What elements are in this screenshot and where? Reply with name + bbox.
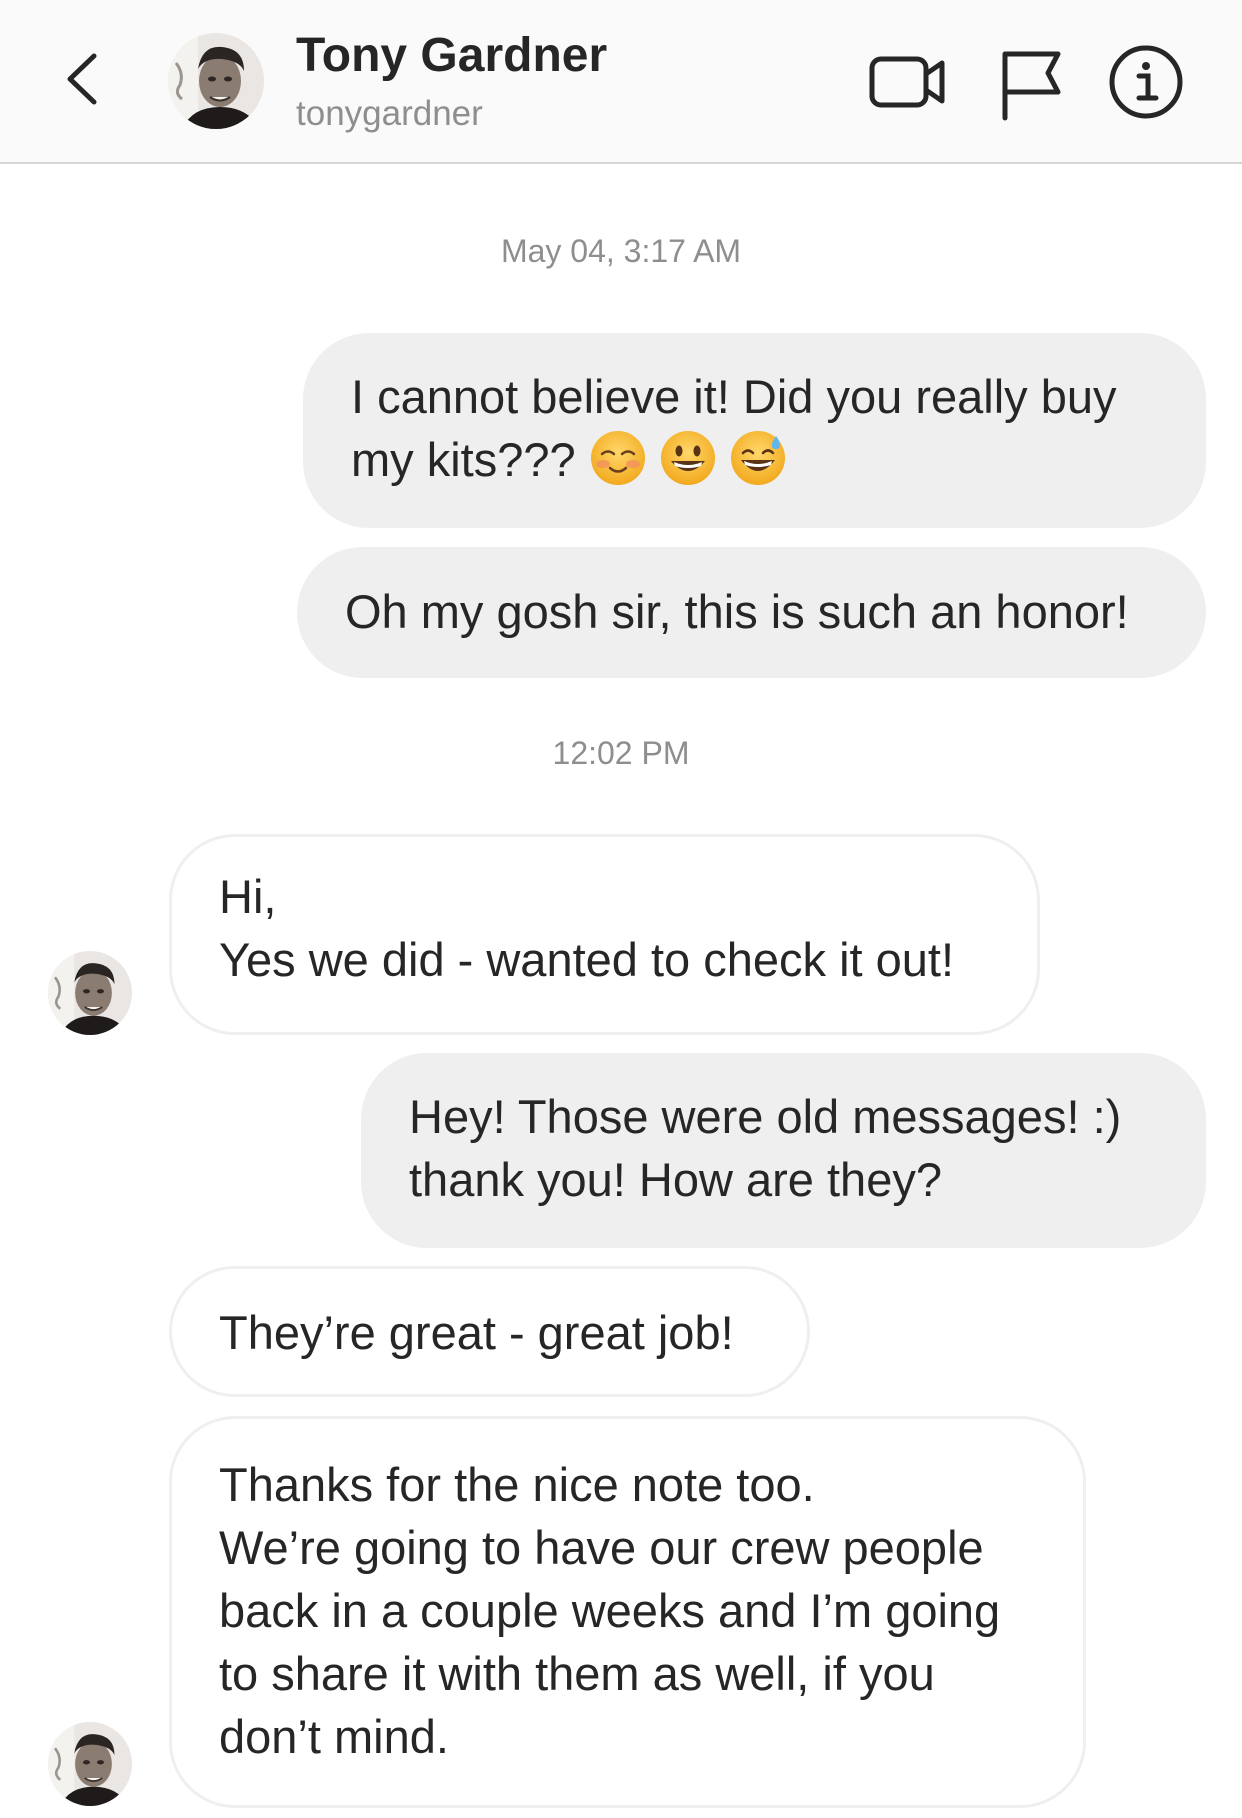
grinning-face-emoji bbox=[660, 431, 715, 485]
back-button[interactable] bbox=[50, 44, 120, 114]
grinning-sweat-emoji bbox=[730, 431, 785, 485]
contact-name[interactable]: Tony Gardner bbox=[296, 28, 607, 83]
avatar[interactable] bbox=[168, 33, 264, 129]
message-text: Hey! Those were old messages! :) thank y… bbox=[409, 1090, 1122, 1206]
message-text: Oh my gosh sir, this is such an honor! bbox=[345, 585, 1129, 638]
outgoing-message[interactable]: Hey! Those were old messages! :) thank y… bbox=[361, 1053, 1206, 1248]
message-text: Thanks for the nice note too. We’re goin… bbox=[219, 1458, 1001, 1763]
info-icon bbox=[1109, 45, 1183, 119]
incoming-message[interactable]: Thanks for the nice note too. We’re goin… bbox=[169, 1416, 1086, 1808]
thread-header: Tony Gardner tonygardner bbox=[0, 0, 1242, 164]
message-text: Hi, Yes we did - wanted to check it out! bbox=[219, 870, 955, 986]
incoming-message[interactable]: Hi, Yes we did - wanted to check it out! bbox=[169, 834, 1040, 1035]
incoming-message[interactable]: They’re great - great job! bbox=[169, 1266, 810, 1397]
timestamp: May 04, 3:17 AM bbox=[500, 233, 742, 269]
avatar-photo bbox=[48, 951, 132, 1035]
avatar[interactable] bbox=[48, 951, 132, 1035]
avatar-photo bbox=[48, 1722, 132, 1806]
timestamp: 12:02 PM bbox=[552, 735, 690, 771]
back-chevron-icon bbox=[67, 53, 97, 105]
avatar[interactable] bbox=[48, 1722, 132, 1806]
avatar-photo bbox=[168, 33, 264, 129]
smiling-blush-emoji bbox=[590, 431, 645, 485]
flag-icon bbox=[1002, 51, 1061, 121]
video-call-button[interactable] bbox=[866, 40, 950, 124]
message-text: They’re great - great job! bbox=[219, 1306, 734, 1359]
outgoing-message[interactable]: I cannot believe it! Did you really buy … bbox=[303, 333, 1206, 528]
video-call-icon bbox=[869, 56, 945, 108]
info-button[interactable] bbox=[1104, 40, 1188, 124]
outgoing-message[interactable]: Oh my gosh sir, this is such an honor! bbox=[297, 547, 1206, 678]
contact-username[interactable]: tonygardner bbox=[296, 94, 483, 134]
report-flag-button[interactable] bbox=[988, 40, 1072, 124]
